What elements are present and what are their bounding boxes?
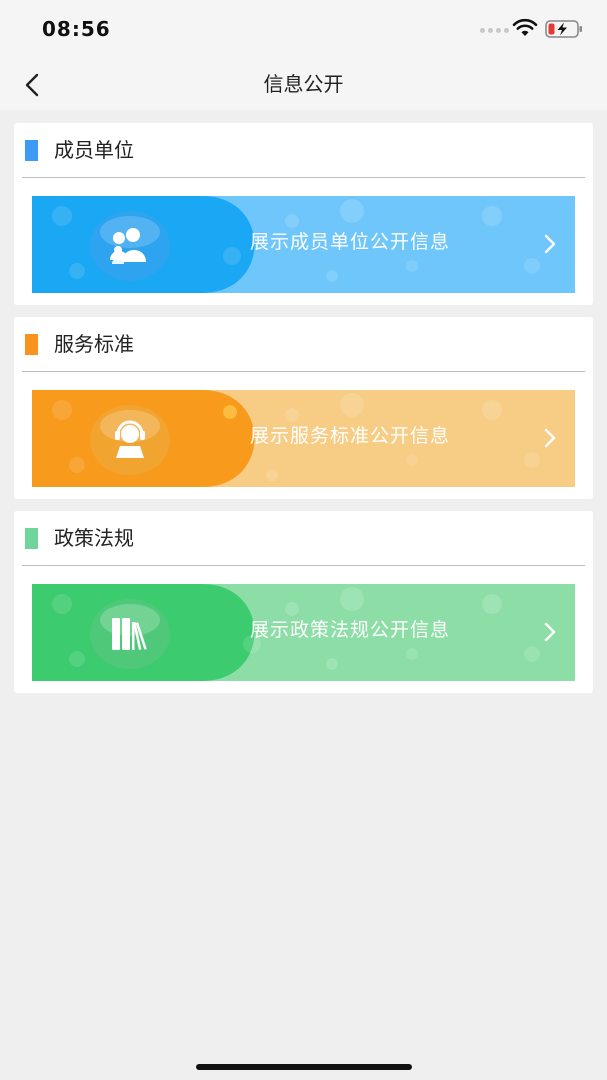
wifi-icon [512, 18, 538, 36]
status-time: 08:56 [42, 17, 111, 41]
section-header: 服务标准 [14, 317, 593, 372]
policies-regulations-banner-button[interactable]: 展示政策法规公开信息 [32, 584, 575, 681]
member-units-banner-button[interactable]: 展示成员单位公开信息 [32, 196, 575, 293]
headset-agent-icon [90, 405, 170, 475]
section-divider [22, 565, 585, 566]
books-icon [90, 599, 170, 669]
section-marker [25, 528, 38, 549]
section-title: 成员单位 [54, 138, 134, 162]
users-group-icon [90, 211, 170, 281]
section-header: 成员单位 [14, 123, 593, 178]
status-bar: 08:56 [0, 0, 607, 60]
battery-charging-icon [545, 20, 582, 38]
section-title: 政策法规 [54, 526, 134, 550]
banner-text: 展示服务标准公开信息 [250, 425, 451, 447]
chevron-right-icon [544, 428, 556, 448]
section-marker [25, 334, 38, 355]
banner-text: 展示成员单位公开信息 [250, 231, 451, 253]
section-title: 服务标准 [54, 332, 134, 356]
chevron-right-icon [544, 234, 556, 254]
section-member-units: 成员单位 展示成员单位公开信息 [14, 123, 593, 305]
signal-dots-icon [480, 28, 509, 33]
nav-bar: 信息公开 [0, 60, 607, 110]
section-header: 政策法规 [14, 511, 593, 566]
page-title: 信息公开 [263, 72, 344, 96]
section-divider [22, 177, 585, 178]
section-service-standards: 服务标准 展示服务标准公开信息 [14, 317, 593, 499]
home-indicator[interactable] [196, 1064, 412, 1070]
section-divider [22, 371, 585, 372]
section-marker [25, 140, 38, 161]
chevron-right-icon [544, 622, 556, 642]
service-standards-banner-button[interactable]: 展示服务标准公开信息 [32, 390, 575, 487]
section-policies-regulations: 政策法规 展示政策法规公开信息 [14, 511, 593, 693]
banner-text: 展示政策法规公开信息 [250, 619, 451, 641]
